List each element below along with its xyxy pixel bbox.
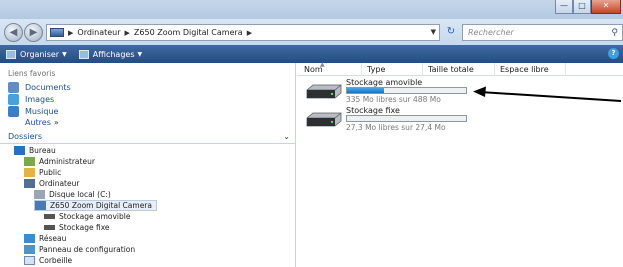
favorite-label: Musique xyxy=(25,107,59,116)
breadcrumb-separator-icon[interactable]: ▶ xyxy=(125,29,130,37)
capacity-text: 335 Mo libres sur 488 Mo xyxy=(346,95,441,104)
tree-label: Panneau de configuration xyxy=(39,245,136,254)
tree-label: Stockage amovible xyxy=(59,212,131,221)
drive-name: Stockage amovible xyxy=(346,78,423,87)
drive-name: Stockage fixe xyxy=(346,106,400,115)
tree-item-fixed-storage[interactable]: Stockage fixe xyxy=(44,222,110,233)
tree-label: Z650 Zoom Digital Camera xyxy=(50,201,152,210)
search-input[interactable]: Rechercher ⚲ xyxy=(462,24,623,41)
documents-icon xyxy=(8,82,19,93)
breadcrumb-separator-icon[interactable]: ▶ xyxy=(247,29,252,37)
column-divider[interactable] xyxy=(494,63,495,76)
favorite-images[interactable]: Images xyxy=(8,94,54,105)
favorites-heading: Liens favoris xyxy=(8,69,56,78)
tree-item-desktop[interactable]: Bureau xyxy=(14,145,56,156)
navigation-pane: Liens favoris Documents Images Musique A… xyxy=(0,63,296,267)
tree-item-recycle-bin[interactable]: Corbeille xyxy=(24,255,72,266)
public-folder-icon xyxy=(24,168,35,177)
breadcrumb-separator-icon[interactable]: ▶ xyxy=(68,29,73,37)
tree-label: Public xyxy=(39,168,62,177)
favorite-label: Images xyxy=(25,95,55,104)
computer-icon xyxy=(50,28,64,37)
views-label: Affichages xyxy=(92,49,135,59)
tree-label: Disque local (C:) xyxy=(49,190,111,199)
views-icon xyxy=(78,49,89,59)
favorite-music[interactable]: Musique xyxy=(8,106,58,117)
recycle-bin-icon xyxy=(24,256,35,265)
tree-label: Réseau xyxy=(39,234,67,243)
forward-button[interactable]: ▶ xyxy=(24,23,43,42)
address-dropdown-icon[interactable]: ▼ xyxy=(431,28,436,36)
tree-label: Ordinateur xyxy=(39,179,80,188)
capacity-bar xyxy=(346,87,467,94)
tree-label: Corbeille xyxy=(39,256,73,265)
user-folder-icon xyxy=(24,157,35,166)
column-headers: ▲ Nom Type Taille totale Espace libre xyxy=(297,61,623,76)
column-divider[interactable] xyxy=(565,63,566,76)
breadcrumb-computer[interactable]: Ordinateur xyxy=(77,28,120,37)
title-bar: — □ ✕ xyxy=(0,0,623,19)
double-chevron-icon: » xyxy=(53,118,59,127)
capacity-fill xyxy=(347,88,384,93)
chevron-down-icon: ▼ xyxy=(62,50,67,58)
computer-icon xyxy=(24,179,35,188)
tree-item-control-panel[interactable]: Panneau de configuration xyxy=(24,244,135,255)
views-button[interactable]: Affichages ▼ xyxy=(78,49,143,59)
tree-item-administrator[interactable]: Administrateur xyxy=(24,156,95,167)
desktop-icon xyxy=(14,146,25,155)
hard-disk-icon xyxy=(34,190,45,199)
close-button[interactable]: ✕ xyxy=(591,0,621,14)
fixed-storage-icon xyxy=(306,112,342,127)
organize-button[interactable]: Organiser ▼ xyxy=(6,49,67,59)
address-bar[interactable]: ▶ Ordinateur ▶ Z650 Zoom Digital Camera … xyxy=(46,24,440,41)
favorite-label: Documents xyxy=(25,83,71,92)
control-panel-icon xyxy=(24,245,35,254)
organize-label: Organiser xyxy=(20,49,60,59)
content-pane: ▲ Nom Type Taille totale Espace libre St… xyxy=(297,61,623,267)
address-row: ◀ ▶ ▶ Ordinateur ▶ Z650 Zoom Digital Cam… xyxy=(0,19,623,45)
column-free-space[interactable]: Espace libre xyxy=(500,65,549,74)
column-type[interactable]: Type xyxy=(367,65,385,74)
tree-label: Stockage fixe xyxy=(59,223,110,232)
column-divider[interactable] xyxy=(422,63,423,76)
tree-item-public[interactable]: Public xyxy=(24,167,61,178)
camera-device-icon xyxy=(35,201,46,210)
images-icon xyxy=(8,94,19,105)
maximize-button[interactable]: □ xyxy=(573,0,591,14)
column-name[interactable]: Nom xyxy=(304,65,323,74)
more-favorites-link[interactable]: Autres » xyxy=(25,118,59,127)
fixed-storage-icon xyxy=(44,225,55,230)
breadcrumb-camera[interactable]: Z650 Zoom Digital Camera xyxy=(134,28,243,37)
removable-storage-icon xyxy=(44,214,55,219)
folders-header[interactable]: Dossiers ⌄ xyxy=(0,130,296,144)
column-divider[interactable] xyxy=(361,63,362,76)
capacity-text: 27,3 Mo libres sur 27,4 Mo xyxy=(346,123,446,132)
command-bar: Organiser ▼ Affichages ▼ ? xyxy=(0,45,623,63)
search-icon[interactable]: ⚲ xyxy=(611,26,618,41)
tree-item-network[interactable]: Réseau xyxy=(24,233,66,244)
folders-heading: Dossiers xyxy=(8,132,42,141)
refresh-icon[interactable]: ↻ xyxy=(443,26,459,39)
music-icon xyxy=(8,106,19,117)
help-icon[interactable]: ? xyxy=(608,48,619,59)
column-total-size[interactable]: Taille totale xyxy=(428,65,474,74)
removable-storage-icon xyxy=(306,84,342,99)
organize-icon xyxy=(6,49,16,59)
chevron-down-icon[interactable]: ⌄ xyxy=(283,132,290,141)
tree-item-computer[interactable]: Ordinateur xyxy=(24,178,79,189)
capacity-bar xyxy=(346,115,467,122)
search-placeholder: Rechercher xyxy=(468,28,514,37)
more-label: Autres xyxy=(25,118,51,127)
favorite-documents[interactable]: Documents xyxy=(8,82,71,93)
minimize-button[interactable]: — xyxy=(555,0,573,14)
network-icon xyxy=(24,234,35,243)
tree-label: Administrateur xyxy=(39,157,95,166)
tree-label: Bureau xyxy=(29,146,56,155)
back-button[interactable]: ◀ xyxy=(4,23,23,42)
tree-item-removable-storage[interactable]: Stockage amovible xyxy=(44,211,130,222)
tree-item-camera[interactable]: Z650 Zoom Digital Camera xyxy=(34,200,157,211)
chevron-down-icon: ▼ xyxy=(137,50,143,58)
tree-item-local-disk[interactable]: Disque local (C:) xyxy=(34,189,111,200)
window-controls: — □ ✕ xyxy=(555,0,621,14)
